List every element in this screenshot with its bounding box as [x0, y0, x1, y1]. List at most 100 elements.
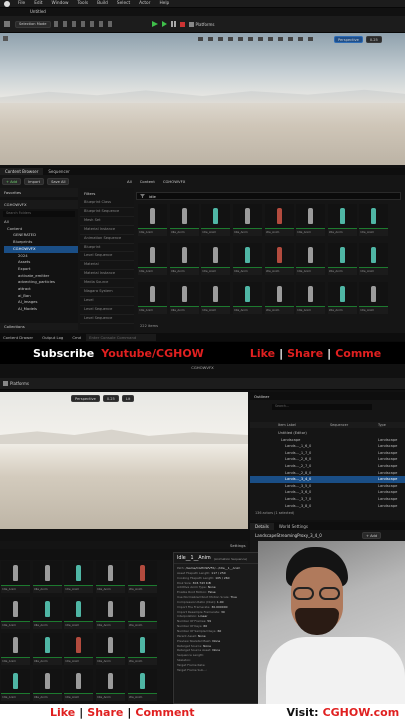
folder-item[interactable]: advecting_particles: [4, 279, 78, 286]
asset-tile[interactable]: Idle_Anim: [96, 597, 126, 629]
asset-tile[interactable]: Idle_Anim: [296, 204, 326, 236]
asset-tile[interactable]: Idle_Anim: [327, 204, 357, 236]
perspective-button[interactable]: Perspective: [71, 395, 100, 402]
details-add-button[interactable]: + Add: [362, 532, 382, 539]
asset-tile[interactable]: Idle_Anim: [296, 243, 326, 275]
import-button[interactable]: Import: [24, 178, 45, 185]
platforms-button[interactable]: Platforms: [10, 381, 29, 386]
content-drawer-button[interactable]: Content Drawer: [3, 335, 33, 340]
asset-tile[interactable]: Idle_Anim: [296, 282, 326, 314]
asset-tile[interactable]: Idle_Anim: [264, 243, 294, 275]
folder-item[interactable]: 2024: [4, 253, 78, 260]
outliner-row[interactable]: Lands..._3_6_0 Landscape: [250, 489, 405, 496]
filter-item[interactable]: Blueprint Sequence: [80, 208, 134, 217]
folder-item[interactable]: GENERATED: [4, 232, 78, 239]
asset-tile[interactable]: Idle_Anim: [138, 204, 168, 236]
breadcrumb-all[interactable]: All: [127, 179, 132, 184]
search-input[interactable]: idle: [149, 194, 156, 199]
asset-tile[interactable]: Idle_Anim: [264, 204, 294, 236]
asset-tile[interactable]: Idle_Anim: [64, 561, 94, 593]
asset-tile[interactable]: Idle_Anim: [233, 204, 263, 236]
lit-button[interactable]: 0.25: [365, 36, 382, 43]
play-icon[interactable]: [151, 21, 158, 27]
asset-tile[interactable]: Idle_Anim: [1, 597, 31, 629]
folder-item-selected[interactable]: CGHOWVFX: [4, 245, 78, 253]
asset-tile[interactable]: Idle_Anim: [169, 282, 199, 314]
asset-tile[interactable]: Idle_Anim: [127, 633, 157, 665]
favorites-header[interactable]: Favorites: [0, 188, 78, 197]
cmd-dropdown[interactable]: Cmd: [72, 335, 81, 340]
filter-item[interactable]: Level: [80, 297, 134, 306]
next-frame-icon[interactable]: [161, 21, 167, 27]
asset-tile[interactable]: Idle_Anim: [127, 669, 157, 701]
pause-icon[interactable]: [170, 21, 176, 27]
asset-tile[interactable]: Idle_Anim: [359, 243, 389, 275]
filter-item[interactable]: Material Instance: [80, 270, 134, 280]
filter-item[interactable]: Level Sequence: [80, 252, 134, 262]
asset-tile[interactable]: Idle_Anim: [64, 597, 94, 629]
project-header[interactable]: CGHOWVFX: [0, 200, 78, 209]
filter-item[interactable]: Blueprint: [80, 244, 134, 253]
lit-button[interactable]: Lit: [121, 395, 135, 402]
filter-icon[interactable]: [140, 194, 145, 198]
search-folders-input[interactable]: Search Folders: [3, 211, 75, 217]
asset-tile[interactable]: Idle_Anim: [233, 282, 263, 314]
filter-item[interactable]: Mesh Set: [80, 217, 134, 226]
asset-tile[interactable]: Idle_Anim: [359, 282, 389, 314]
folder-item[interactable]: Blueprints: [4, 239, 78, 246]
collections-header[interactable]: Collections: [0, 323, 78, 330]
console-input[interactable]: Enter Console Command: [86, 333, 157, 341]
viewport-bottom[interactable]: Perspective 0.25 Lit: [0, 392, 248, 529]
zoom-button[interactable]: 0.25: [102, 395, 119, 402]
asset-tile[interactable]: Idle_Anim: [138, 282, 168, 314]
outliner-row[interactable]: Lands..._3_4_0 Landscape: [250, 476, 405, 483]
platforms-button[interactable]: Platforms: [196, 22, 215, 27]
outliner-title[interactable]: Outliner: [254, 394, 269, 399]
details-object-name[interactable]: LandscapeStreamingProxy_3_4_0: [255, 533, 322, 538]
filter-item[interactable]: Material Instance: [80, 226, 134, 235]
asset-tile[interactable]: Idle_Anim: [96, 561, 126, 593]
outliner-row[interactable]: Lands..._2_8_0 Landscape: [250, 470, 405, 477]
tab-sequencer[interactable]: Sequencer: [43, 168, 74, 175]
menu-tools[interactable]: Tools: [77, 1, 88, 6]
menu-select[interactable]: Select: [117, 1, 130, 6]
asset-tile[interactable]: Idle_Anim: [32, 561, 62, 593]
asset-tile[interactable]: Idle_Anim: [64, 633, 94, 665]
folder-item[interactable]: Assets: [4, 259, 78, 266]
col-item-label[interactable]: Item Label: [278, 423, 330, 427]
col-type[interactable]: Type: [378, 423, 386, 427]
outliner-row[interactable]: Lands..._2_6_0 Landscape: [250, 456, 405, 463]
folder-item[interactable]: Export: [4, 266, 78, 273]
folder-item[interactable]: AI_Images: [4, 299, 78, 306]
asset-tile[interactable]: Idle_Anim: [96, 669, 126, 701]
asset-tile[interactable]: Idle_Anim: [201, 282, 231, 314]
asset-tile[interactable]: Idle_Anim: [264, 282, 294, 314]
filter-item[interactable]: Material: [80, 261, 134, 271]
folder-item[interactable]: AI_Models: [4, 306, 78, 313]
outliner-row[interactable]: Landscape Landscape: [250, 437, 405, 444]
asset-tile[interactable]: Idle_Anim: [32, 597, 62, 629]
folder-item[interactable]: Content: [4, 226, 78, 233]
asset-tile[interactable]: Idle_Anim: [201, 204, 231, 236]
menu-file[interactable]: File: [18, 1, 25, 6]
folder-item[interactable]: attract: [4, 286, 78, 293]
outliner-row[interactable]: Lands..._1_6_0 Landscape: [250, 443, 405, 450]
menu-edit[interactable]: Edit: [34, 1, 42, 6]
col-sequencer[interactable]: Sequencer: [330, 423, 378, 427]
asset-tile[interactable]: Idle_Anim: [32, 633, 62, 665]
stop-icon[interactable]: [179, 21, 185, 27]
asset-tile[interactable]: Idle_Anim: [32, 669, 62, 701]
asset-tile[interactable]: Idle_Anim: [201, 243, 231, 275]
breadcrumb-cghowvfx[interactable]: CGHOWVFX: [163, 179, 186, 184]
save-icon[interactable]: [4, 21, 10, 27]
asset-tile[interactable]: Idle_Anim: [327, 243, 357, 275]
menu-window[interactable]: Window: [52, 1, 69, 6]
menu-actor[interactable]: Actor: [139, 1, 150, 6]
asset-tile[interactable]: Idle_Anim: [169, 204, 199, 236]
asset-tile[interactable]: Idle_Anim: [138, 243, 168, 275]
tab-content-browser[interactable]: Content Browser: [0, 168, 44, 175]
asset-tile[interactable]: Idle_Anim: [1, 633, 31, 665]
outliner-row[interactable]: Untitled (Editor): [250, 430, 405, 437]
folder-item[interactable]: All: [4, 219, 78, 226]
filter-item[interactable]: Niagara System: [80, 288, 134, 297]
